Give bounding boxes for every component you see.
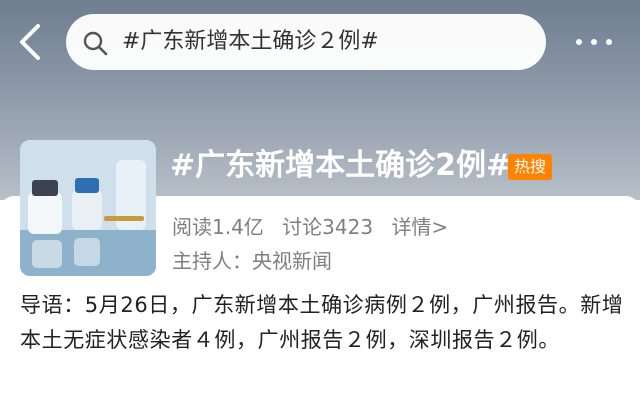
- more-dots-icon: [576, 39, 582, 45]
- read-count: 阅读1.4亿: [172, 215, 264, 239]
- search-bar[interactable]: #广东新增本土确诊２例#: [66, 14, 546, 70]
- topic-page: #广东新增本土确诊２例# #广东新增本土确诊2例# 热搜 阅读1.4亿 讨论34…: [0, 0, 640, 408]
- hot-search-badge: 热搜: [508, 154, 553, 180]
- back-button[interactable]: [14, 22, 48, 62]
- discussion-count: 讨论3423: [282, 215, 374, 239]
- topic-host: 主持人：央视新闻: [172, 249, 332, 273]
- search-icon: [83, 31, 108, 56]
- topic-title: #广东新增本土确诊2例#: [170, 148, 512, 183]
- details-link[interactable]: 详情>: [391, 215, 448, 239]
- topic-stats: 阅读1.4亿 讨论3423 详情>: [172, 212, 460, 242]
- vaccine-vials-image: [20, 140, 156, 276]
- chevron-left-icon: [20, 24, 40, 60]
- more-dots-icon: [606, 39, 612, 45]
- more-dots-icon: [591, 39, 597, 45]
- topic-intro: 导语：5月26日，广东新增本土确诊病例２例，广州报告。新增本土无症状感染者４例，…: [20, 293, 624, 352]
- more-button[interactable]: [572, 28, 616, 56]
- topic-thumbnail[interactable]: [20, 140, 156, 276]
- search-query[interactable]: #广东新增本土确诊２例#: [122, 14, 379, 70]
